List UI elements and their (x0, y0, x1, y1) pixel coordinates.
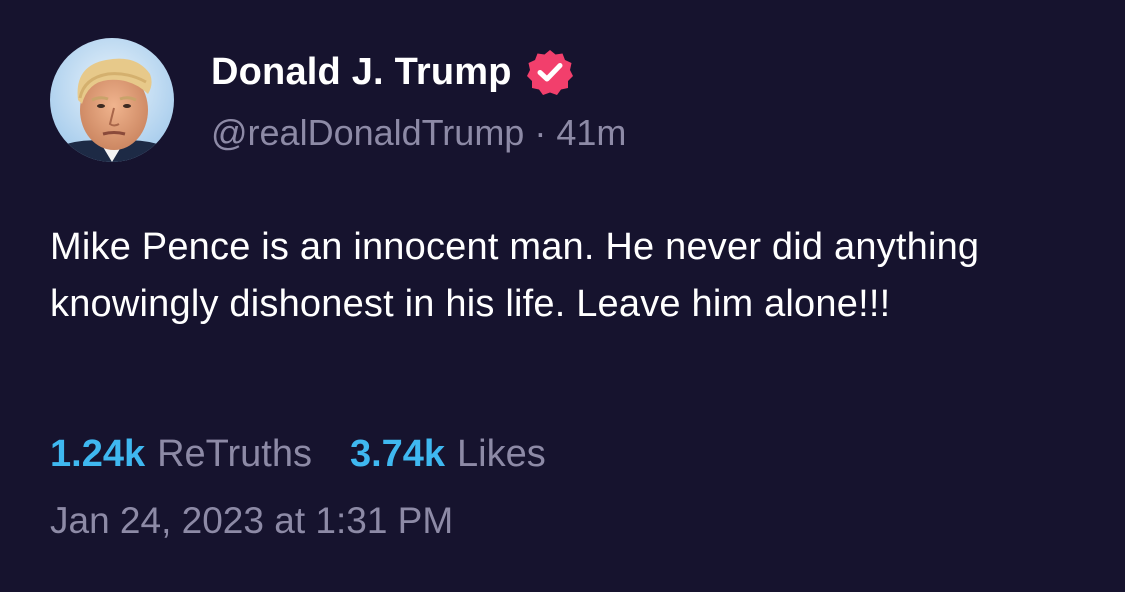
author-display-name[interactable]: Donald J. Trump (211, 51, 512, 94)
author-avatar[interactable] (50, 38, 174, 162)
author-meta: @realDonaldTrump · 41m (211, 112, 626, 154)
author-handle[interactable]: @realDonaldTrump (211, 112, 524, 153)
verified-badge-icon (526, 48, 574, 96)
meta-separator: · (534, 112, 547, 153)
retruths-count: 1.24k (50, 433, 146, 475)
post-header: Donald J. Trump @realDonaldTrump · 41m (211, 44, 626, 154)
post-stats: 1.24k ReTruths 3.74k Likes (50, 433, 546, 476)
post-text: Mike Pence is an innocent man. He never … (50, 226, 980, 325)
retruths-stat[interactable]: 1.24k ReTruths (50, 433, 312, 476)
user-avatar-icon (50, 38, 174, 162)
likes-stat[interactable]: 3.74k Likes (350, 433, 546, 476)
retruths-label: ReTruths (157, 433, 312, 475)
truth-post: Donald J. Trump @realDonaldTrump · 41m Mik… (0, 0, 1125, 592)
relative-time[interactable]: 41m (556, 112, 626, 153)
author-name-row: Donald J. Trump (211, 44, 626, 100)
likes-label: Likes (457, 433, 546, 475)
likes-count: 3.74k (349, 433, 446, 475)
post-timestamp: Jan 24, 2023 at 1:31 PM (50, 500, 454, 541)
